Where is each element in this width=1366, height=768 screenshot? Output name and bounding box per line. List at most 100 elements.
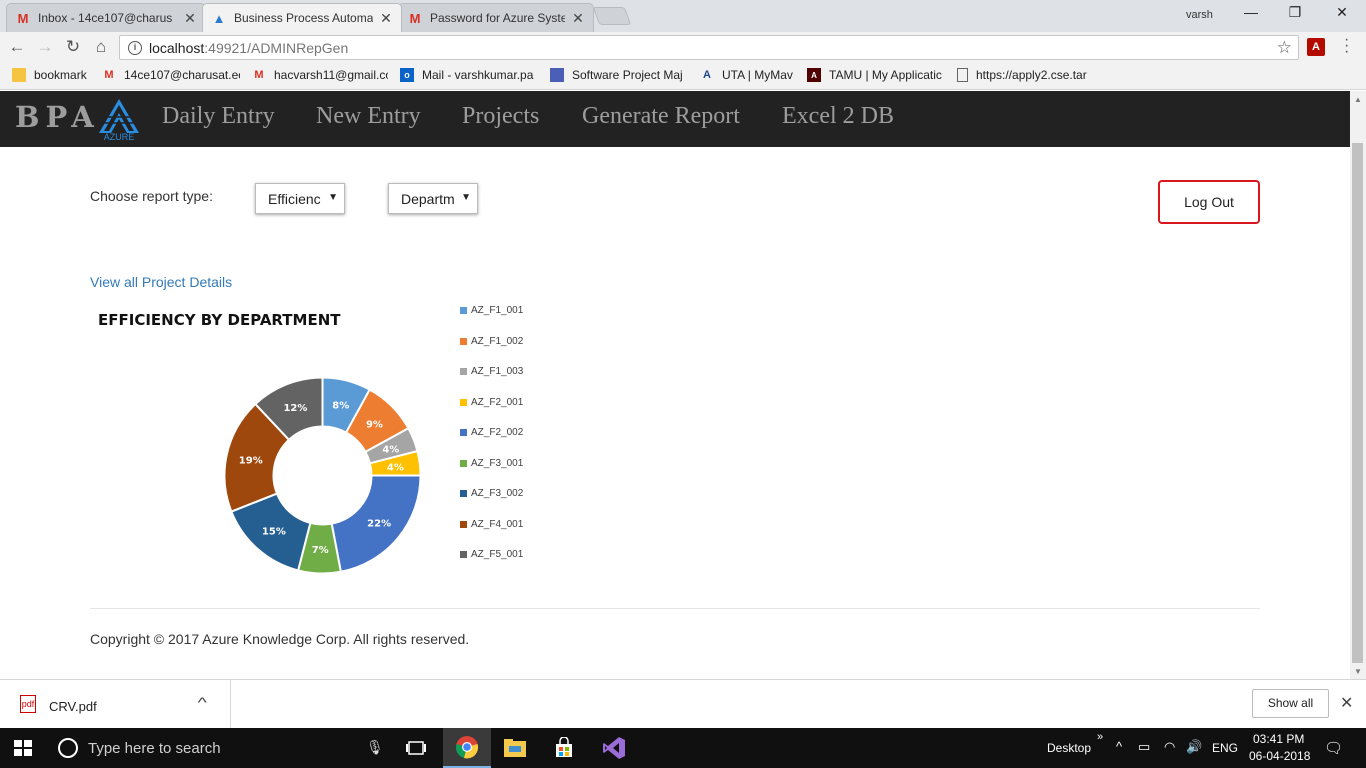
data-label-az_f2_002: 22% <box>367 518 391 529</box>
app-navbar: BPA AZURE Daily Entry New Entry Projects… <box>0 91 1350 147</box>
bookmark-label: TAMU | My Applicatic <box>829 68 942 82</box>
microphone-icon[interactable]: 🎙 <box>366 739 384 756</box>
nav-new-entry[interactable]: New Entry <box>316 103 421 130</box>
legend-item: AZ_F5_001 <box>460 549 523 560</box>
tab-inbox[interactable]: M Inbox - 14ce107@charus ✕ <box>6 3 206 32</box>
logout-button[interactable]: Log Out <box>1158 180 1260 224</box>
visual-studio-icon[interactable] <box>590 728 638 768</box>
legend-item: AZ_F3_002 <box>460 488 523 499</box>
data-label-az_f4_001: 19% <box>239 455 263 466</box>
bookmark-item[interactable]: bookmark <box>12 68 96 82</box>
bookmark-item[interactable]: M hacvarsh11@gmail.co <box>252 68 388 82</box>
tab-business-process[interactable]: ▲ Business Process Automa ✕ <box>202 3 402 32</box>
minimize-icon[interactable]: — <box>1236 4 1266 24</box>
notifications-icon[interactable]: 🗨 <box>1324 739 1343 757</box>
acrobat-extension-icon[interactable]: A <box>1307 38 1325 56</box>
language-indicator[interactable]: ENG <box>1212 741 1238 755</box>
dropdown-arrow-icon: ▼ <box>328 192 338 203</box>
azure-logo[interactable]: AZURE <box>91 97 147 141</box>
restore-icon[interactable]: ❐ <box>1280 4 1310 24</box>
back-icon[interactable]: ← <box>6 36 28 58</box>
url-path: :49921/ADMINRepGen <box>204 39 349 56</box>
copyright-text: Copyright © 2017 Azure Knowledge Corp. A… <box>90 631 470 647</box>
bookmark-label: Mail - varshkumar.pa <box>422 68 534 82</box>
bookmark-label: https://apply2.cse.tar <box>976 68 1087 82</box>
tab-password[interactable]: M Password for Azure Syste ✕ <box>398 3 594 32</box>
bookmark-item[interactable]: https://apply2.cse.tar <box>957 68 1095 82</box>
windows-start-icon[interactable] <box>14 740 32 756</box>
bookmark-item[interactable]: Software Project Maj <box>550 68 688 82</box>
legend-swatch <box>460 459 467 467</box>
clock-date[interactable]: 06-04-2018 <box>1249 749 1310 763</box>
chrome-icon[interactable] <box>443 728 491 768</box>
group-by-select[interactable]: Departm ▼ <box>388 183 478 214</box>
profile-name[interactable]: varsh <box>1186 9 1213 21</box>
folder-icon <box>12 68 26 82</box>
legend-label: AZ_F1_001 <box>471 305 524 316</box>
nav-excel-2-db[interactable]: Excel 2 DB <box>782 103 894 130</box>
bookmark-item[interactable]: M 14ce107@charusat.ec <box>102 68 240 82</box>
browser-tab-strip: M Inbox - 14ce107@charus ✕ ▲ Business Pr… <box>0 0 1366 32</box>
menu-icon[interactable]: · · · <box>1344 32 1349 60</box>
battery-icon[interactable]: ▭ <box>1138 739 1150 755</box>
new-tab-button[interactable] <box>592 7 632 25</box>
taskbar-search[interactable]: Type here to search <box>88 740 221 757</box>
close-icon[interactable]: ✕ <box>1340 693 1353 713</box>
bookmark-label: UTA | MyMav <box>722 68 793 82</box>
task-view-icon[interactable] <box>392 728 440 768</box>
home-icon[interactable]: ⌂ <box>90 36 112 58</box>
nav-projects[interactable]: Projects <box>462 103 539 130</box>
nav-daily-entry[interactable]: Daily Entry <box>162 103 275 130</box>
legend-swatch <box>460 490 467 497</box>
forward-icon[interactable]: → <box>34 36 56 58</box>
address-bar[interactable]: i localhost:49921/ADMINRepGen ☆ <box>119 35 1299 60</box>
tab-title: Password for Azure Syste <box>430 11 565 25</box>
chevron-double-right-icon[interactable]: » <box>1097 731 1103 743</box>
bookmark-item[interactable]: A UTA | MyMav <box>700 68 796 82</box>
legend-label: AZ_F1_003 <box>471 366 524 377</box>
close-icon[interactable]: ✕ <box>571 10 585 27</box>
legend-swatch <box>460 551 467 558</box>
scroll-down-icon[interactable]: ▼ <box>1354 667 1362 676</box>
brand-name[interactable]: BPA <box>15 100 100 134</box>
download-item[interactable]: pdf CRV.pdf ^ <box>0 680 231 728</box>
volume-icon[interactable]: 🔊 <box>1186 739 1202 755</box>
file-explorer-icon[interactable] <box>491 728 539 768</box>
clock-time[interactable]: 03:41 PM <box>1253 732 1304 746</box>
legend-label: AZ_F3_001 <box>471 457 524 469</box>
scroll-up-icon[interactable]: ▲ <box>1354 95 1362 104</box>
bookmark-item[interactable]: A TAMU | My Applicatic <box>807 68 945 82</box>
chevron-up-icon[interactable]: ^ <box>1116 739 1122 754</box>
nav-generate-report[interactable]: Generate Report <box>582 103 740 130</box>
cortana-icon[interactable] <box>58 738 78 758</box>
store-icon[interactable] <box>540 728 588 768</box>
star-icon[interactable]: ☆ <box>1277 38 1292 58</box>
close-icon[interactable]: ✕ <box>183 10 197 27</box>
bookmark-item[interactable]: o Mail - varshkumar.pa <box>400 68 536 82</box>
report-type-select[interactable]: Efficienc ▼ <box>255 183 345 214</box>
wifi-icon[interactable]: ◠ <box>1164 739 1175 755</box>
gmail-icon: M <box>104 69 114 81</box>
legend-label: AZ_F3_002 <box>471 488 524 499</box>
tamu-icon: A <box>807 68 821 82</box>
info-icon[interactable]: i <box>128 40 142 55</box>
windows-taskbar: Type here to search 🎙 Desktop » ^ ▭ ◠ 🔊 … <box>0 728 1366 768</box>
scroll-thumb[interactable] <box>1352 143 1363 663</box>
close-icon[interactable]: ✕ <box>379 10 393 27</box>
data-label-az_f5_001: 12% <box>283 403 307 414</box>
view-project-details-link[interactable]: View all Project Details <box>90 274 232 290</box>
report-type-label: Choose report type: <box>90 188 213 204</box>
tab-title: Inbox - 14ce107@charus <box>38 11 173 25</box>
show-all-button[interactable]: Show all <box>1252 689 1329 718</box>
desktop-toolbar-label[interactable]: Desktop <box>1047 741 1091 755</box>
bookmark-label: Software Project Maj <box>572 68 683 82</box>
legend-item: AZ_F2_001 <box>460 397 523 408</box>
page-content: BPA AZURE Daily Entry New Entry Projects… <box>0 91 1350 679</box>
reload-icon[interactable]: ↻ <box>62 36 84 58</box>
page-scrollbar[interactable]: ▲ ▼ <box>1350 91 1366 679</box>
bookmark-label: bookmark <box>34 68 87 82</box>
chevron-up-icon[interactable]: ^ <box>198 694 207 710</box>
window-close-icon[interactable]: ✕ <box>1327 4 1357 24</box>
download-shelf: pdf CRV.pdf ^ Show all ✕ <box>0 679 1366 728</box>
legend-label: AZ_F2_002 <box>471 427 524 438</box>
